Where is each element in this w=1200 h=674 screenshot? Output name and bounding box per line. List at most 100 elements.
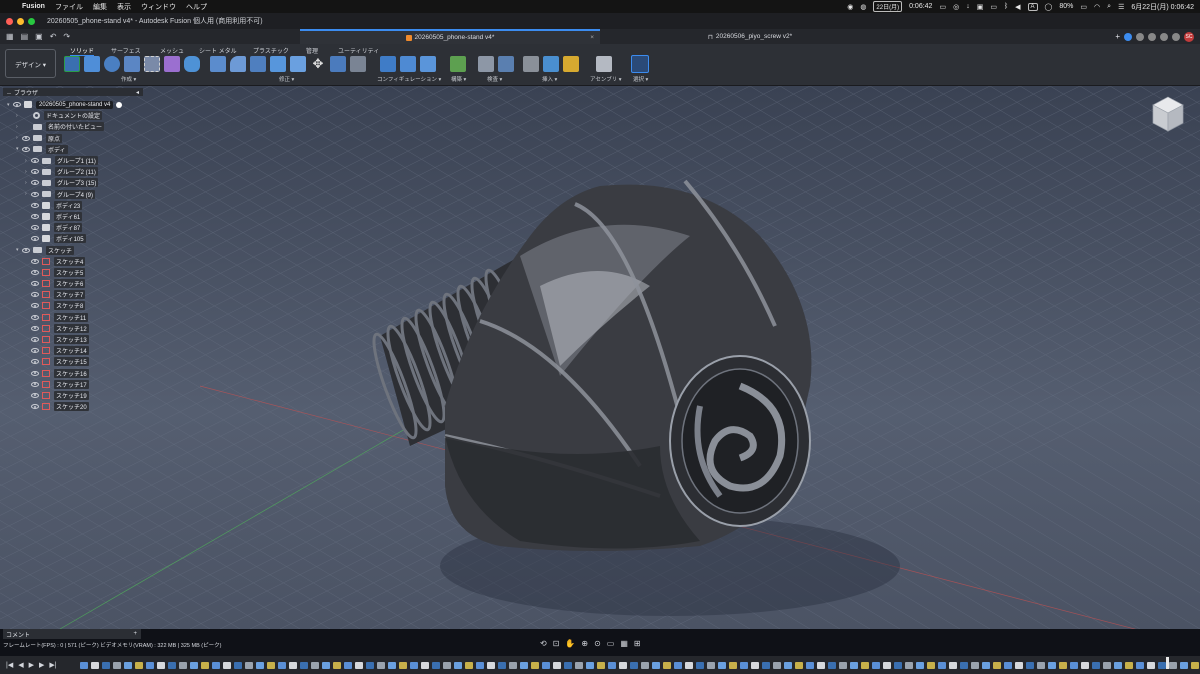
display-icon[interactable]: ▭ xyxy=(990,3,997,11)
timeline-feature-icon[interactable] xyxy=(1191,661,1199,669)
model-body[interactable] xyxy=(367,179,900,616)
group-select[interactable]: 選択 ▾ xyxy=(633,75,648,83)
menu-app-name[interactable]: Fusion xyxy=(22,3,45,10)
browser-item[interactable]: スケッチ11 xyxy=(3,312,143,323)
timeline-feature-icon[interactable] xyxy=(949,661,957,669)
volume-icon[interactable]: ◀ xyxy=(1015,3,1020,11)
visibility-eye-icon[interactable] xyxy=(31,404,39,410)
timeline-feature-icon[interactable] xyxy=(641,661,649,669)
download-icon[interactable]: ↓ xyxy=(966,3,970,10)
timeline-feature-icon[interactable] xyxy=(520,661,528,669)
visibility-eye-icon[interactable] xyxy=(31,292,39,298)
timeline-feature-icon[interactable] xyxy=(1103,661,1111,669)
timeline-feature-icon[interactable] xyxy=(1136,661,1144,669)
timeline-feature-icon[interactable] xyxy=(905,661,913,669)
timeline-feature-icon[interactable] xyxy=(773,661,781,669)
hole-icon[interactable] xyxy=(124,56,140,72)
insert-canvas-icon[interactable] xyxy=(543,56,559,72)
timeline-feature-icon[interactable] xyxy=(740,661,748,669)
visibility-eye-icon[interactable] xyxy=(13,102,21,108)
visibility-eye-icon[interactable] xyxy=(31,325,39,331)
select-tool-icon[interactable] xyxy=(631,55,649,73)
timeline-feature-icon[interactable] xyxy=(498,661,506,669)
timeline-feature-icon[interactable] xyxy=(399,661,407,669)
browser-item[interactable]: › グループ4 (9) xyxy=(3,189,143,200)
visibility-eye-icon[interactable] xyxy=(31,381,39,387)
timeline-feature-icon[interactable] xyxy=(652,661,660,669)
timeline-feature-icon[interactable] xyxy=(1092,661,1100,669)
browser-item[interactable]: › 原点 xyxy=(3,133,143,144)
browser-item[interactable]: スケッチ8 xyxy=(3,300,143,311)
input-method-indicator[interactable]: A xyxy=(1027,2,1038,11)
timeline-feature-icon[interactable] xyxy=(102,661,110,669)
align-icon[interactable] xyxy=(330,56,346,72)
menu-file[interactable]: ファイル xyxy=(55,2,83,12)
browser-item[interactable]: スケッチ16 xyxy=(3,368,143,379)
browser-item[interactable]: ▾ ボディ xyxy=(3,144,143,155)
step-back-icon[interactable]: ◀ xyxy=(18,661,23,669)
browser-item[interactable]: スケッチ19 xyxy=(3,390,143,401)
orbit-icon[interactable]: ⟲ xyxy=(540,639,547,648)
form-icon[interactable] xyxy=(164,56,180,72)
group-assemble[interactable]: アセンブリ ▾ xyxy=(590,75,622,83)
group-create[interactable]: 作成 ▾ xyxy=(121,75,136,83)
timeline-feature-icon[interactable] xyxy=(575,661,583,669)
timeline-feature-icon[interactable] xyxy=(993,661,1001,669)
timeline-feature-icon[interactable] xyxy=(234,661,242,669)
revolve-icon[interactable] xyxy=(104,56,120,72)
doc-tab-phone-stand[interactable]: 20260505_phone-stand v4* × xyxy=(300,29,600,44)
timeline-feature-icon[interactable] xyxy=(388,661,396,669)
timeline-feature-icon[interactable] xyxy=(1114,661,1122,669)
browser-root[interactable]: ▾ 20260505_phone-stand v4 xyxy=(3,99,143,110)
timeline-feature-icon[interactable] xyxy=(113,661,121,669)
visibility-eye-icon[interactable] xyxy=(31,236,39,242)
timeline-feature-icon[interactable] xyxy=(806,661,814,669)
timeline-feature-icon[interactable] xyxy=(432,661,440,669)
timeline-feature-icon[interactable] xyxy=(1048,661,1056,669)
timeline-feature-icon[interactable] xyxy=(267,661,275,669)
canvas-viewport[interactable] xyxy=(0,86,1200,629)
group-modify[interactable]: 修正 ▾ xyxy=(279,75,294,83)
group-construct[interactable]: 構築 ▾ xyxy=(451,75,466,83)
timeline-feature-icon[interactable] xyxy=(168,661,176,669)
zoom-window-button[interactable] xyxy=(28,17,35,25)
tab-sheet-metal[interactable]: シート メタル xyxy=(199,46,237,55)
insert-derive-icon[interactable] xyxy=(523,56,539,72)
timeline-feature-icon[interactable] xyxy=(509,661,517,669)
timeline-feature-icon[interactable] xyxy=(553,661,561,669)
visibility-eye-icon[interactable] xyxy=(31,303,39,309)
go-to-end-icon[interactable]: ▶| xyxy=(49,661,56,669)
browser-item[interactable]: スケッチ14 xyxy=(3,345,143,356)
menu-view[interactable]: 表示 xyxy=(117,2,131,12)
tab-surface[interactable]: サーフェス xyxy=(111,46,141,55)
timeline-feature-icon[interactable] xyxy=(300,661,308,669)
tab-manage[interactable]: 管理 xyxy=(306,46,318,55)
timeline-feature-icon[interactable] xyxy=(344,661,352,669)
timeline-feature-icon[interactable] xyxy=(245,661,253,669)
visibility-eye-icon[interactable] xyxy=(31,281,39,287)
timeline-feature-icon[interactable] xyxy=(366,661,374,669)
visibility-eye-icon[interactable] xyxy=(31,348,39,354)
timeline-feature-icon[interactable] xyxy=(674,661,682,669)
timeline-feature-icon[interactable] xyxy=(311,661,319,669)
timeline-feature-icon[interactable] xyxy=(1015,661,1023,669)
group-inspect[interactable]: 検査 ▾ xyxy=(487,75,502,83)
timeline-feature-icon[interactable] xyxy=(696,661,704,669)
visibility-eye-icon[interactable] xyxy=(31,202,39,208)
browser-item[interactable]: ボディ87 xyxy=(3,222,143,233)
visibility-eye-icon[interactable] xyxy=(22,247,30,253)
configure-icon[interactable] xyxy=(380,56,396,72)
timeline-feature-icon[interactable] xyxy=(663,661,671,669)
grid-menu-icon[interactable]: ▦ xyxy=(6,32,14,41)
timeline-feature-icon[interactable] xyxy=(223,661,231,669)
timeline-feature-icon[interactable] xyxy=(289,661,297,669)
timeline-feature-icon[interactable] xyxy=(1147,661,1155,669)
clock-text[interactable]: 6月22日(月) 0:06:42 xyxy=(1131,2,1194,12)
timeline-feature-icon[interactable] xyxy=(487,661,495,669)
visibility-eye-icon[interactable] xyxy=(31,392,39,398)
group-insert[interactable]: 挿入 ▾ xyxy=(542,75,557,83)
timeline-feature-icon[interactable] xyxy=(80,661,88,669)
timeline-feature-icon[interactable] xyxy=(597,661,605,669)
timeline-feature-icon[interactable] xyxy=(1026,661,1034,669)
browser-item[interactable]: ボディ105 xyxy=(3,233,143,244)
